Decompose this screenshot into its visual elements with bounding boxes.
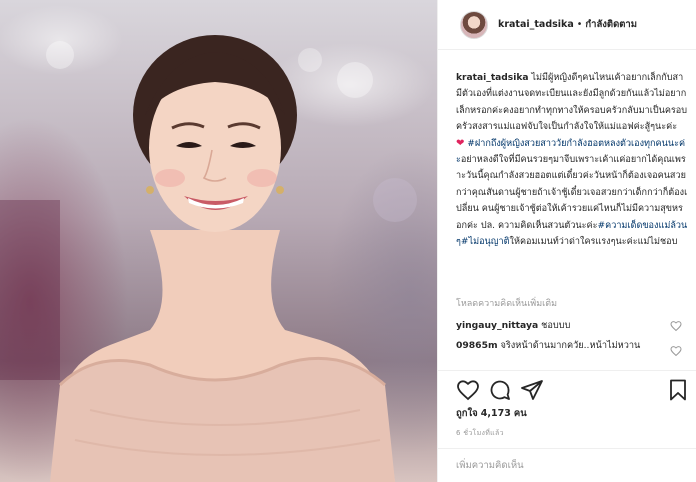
post-photo[interactable] xyxy=(0,0,437,482)
caption-text-2: อย่าหลงดีใจที่มีคนรวยๆมาจีบเพราะเค้าแค่อ… xyxy=(456,155,688,231)
divider xyxy=(438,448,696,449)
load-more-comments-link[interactable]: โหลดความคิดเห็นเพิ่มเติม xyxy=(456,296,557,310)
bookmark-icon[interactable] xyxy=(666,378,690,402)
comment-username[interactable]: 09865m xyxy=(456,340,498,351)
divider xyxy=(438,370,696,371)
comment-text: จริงหน้าด้านมากควัย..หน้าไม่หวาน xyxy=(497,340,641,351)
add-comment-input[interactable]: เพิ่มความคิดเห็น xyxy=(456,458,688,474)
post-timestamp: 6 ชั่วโมงที่แล้ว xyxy=(456,429,504,437)
likes-label: ถูกใจ xyxy=(456,408,478,419)
comment-like-icon[interactable] xyxy=(670,320,682,332)
follow-status-button[interactable]: กำลังติดตาม xyxy=(585,17,637,32)
caption-block: kratai_tadsika ไม่มีผู้หญิงดีๆคนไหนเค้าอ… xyxy=(456,70,688,250)
share-icon[interactable] xyxy=(520,378,544,402)
header-username[interactable]: kratai_tadsika xyxy=(498,19,574,30)
caption-text-3: ให้คอมเมนท์ว่าด่าใครแรงๆนะค่ะแม่ไม่ชอบ xyxy=(509,237,678,248)
comment-item: 09865m จริงหน้าด้านมากควัย..หน้าไม่หวาน xyxy=(456,338,681,353)
caption: kratai_tadsika ไม่มีผู้หญิงดีๆคนไหนเค้าอ… xyxy=(456,70,688,250)
post-side-panel: kratai_tadsika • กำลังติดตาม kratai_tads… xyxy=(437,0,696,482)
likes-unit: คน xyxy=(513,408,527,419)
heart-icon[interactable] xyxy=(456,378,480,402)
comment-username[interactable]: yingauy_nittaya xyxy=(456,320,538,331)
comment-icon[interactable] xyxy=(488,378,512,402)
comment-like-icon[interactable] xyxy=(670,345,682,357)
comment-item: yingauy_nittaya ชอบบบ xyxy=(456,318,681,333)
header-separator: • xyxy=(576,19,583,30)
portrait-photo xyxy=(0,35,417,482)
comment-text: ชอบบบ xyxy=(538,320,571,331)
post-header: kratai_tadsika • กำลังติดตาม xyxy=(438,0,696,50)
likes-count[interactable]: ถูกใจ 4,173 คน xyxy=(456,406,527,421)
avatar[interactable] xyxy=(460,10,488,39)
action-bar xyxy=(456,378,688,404)
caption-username[interactable]: kratai_tadsika xyxy=(456,73,529,83)
likes-number: 4,173 xyxy=(480,408,511,419)
